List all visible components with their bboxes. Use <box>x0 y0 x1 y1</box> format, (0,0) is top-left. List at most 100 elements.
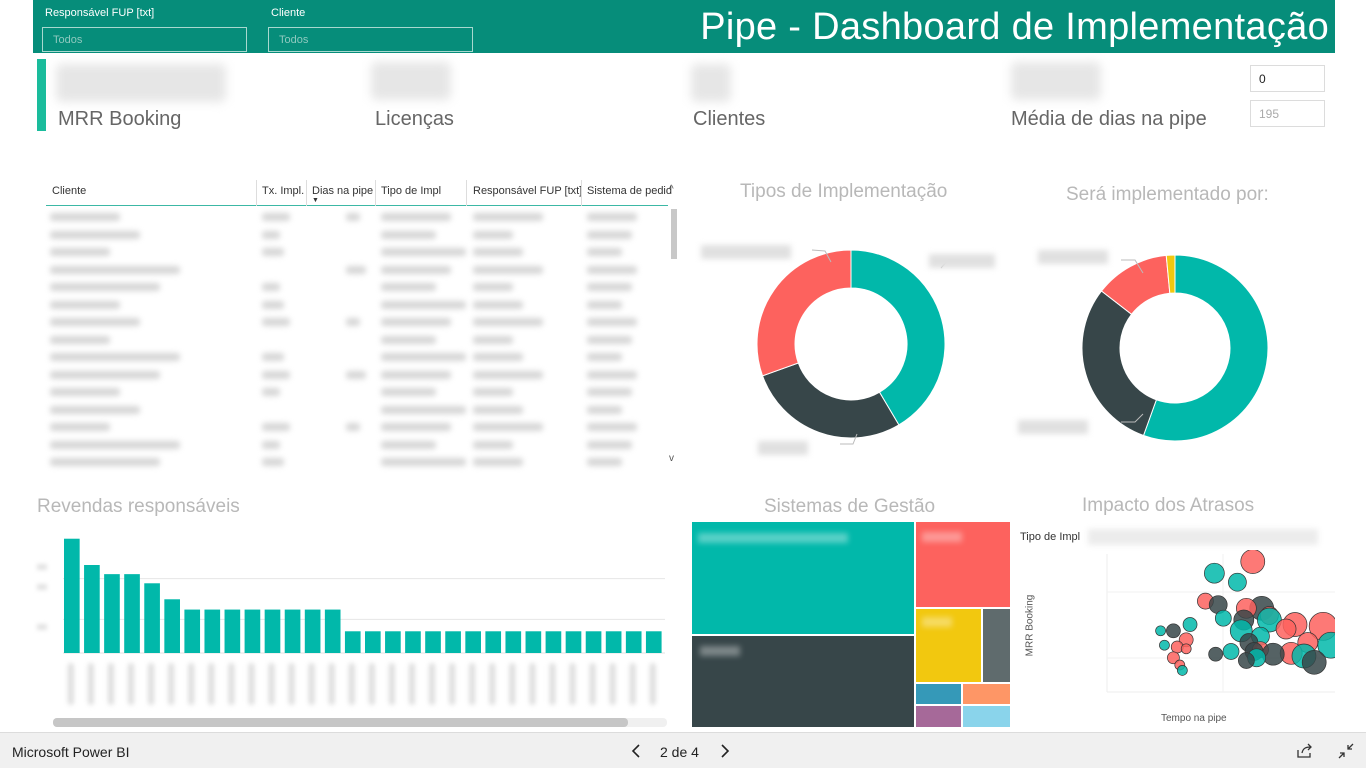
exit-fullscreen-icon[interactable] <box>1335 740 1357 762</box>
donut-slice[interactable] <box>1081 290 1158 437</box>
table-row[interactable] <box>46 296 668 314</box>
column-header-responsavel[interactable]: Responsável FUP [txt] <box>473 185 582 197</box>
scatter-point[interactable] <box>1214 609 1232 627</box>
table-row[interactable] <box>46 331 668 349</box>
scatter-point[interactable] <box>1222 643 1240 660</box>
bar[interactable] <box>264 609 281 653</box>
table-row[interactable] <box>46 226 668 244</box>
bar-label[interactable] <box>609 663 616 705</box>
scrollbar-thumb[interactable] <box>53 718 628 727</box>
column-header-dias-na-pipe[interactable]: Dias na pipe <box>312 185 373 197</box>
bar-label[interactable] <box>107 663 114 705</box>
treemap-cell[interactable] <box>963 684 1010 704</box>
bar[interactable] <box>184 609 201 653</box>
bar-label[interactable] <box>168 663 175 705</box>
y-tick-label[interactable] <box>37 564 47 570</box>
table-row[interactable] <box>46 383 668 401</box>
bar-label[interactable] <box>268 663 275 705</box>
bar[interactable] <box>104 574 120 653</box>
bar-label[interactable] <box>569 663 576 705</box>
scatter-point[interactable] <box>1182 617 1198 632</box>
scatter-point[interactable] <box>1275 618 1297 640</box>
bar[interactable] <box>324 609 341 653</box>
table-row[interactable] <box>46 313 668 331</box>
bar-label[interactable] <box>308 663 315 705</box>
next-page-icon[interactable] <box>714 740 736 762</box>
column-header-tipo-impl[interactable]: Tipo de Impl <box>381 185 441 197</box>
bar-label[interactable] <box>408 663 415 705</box>
scrollbar-thumb[interactable] <box>671 209 677 259</box>
y-tick-label[interactable] <box>37 624 47 630</box>
scatter-point[interactable] <box>1159 639 1170 651</box>
bar-label[interactable] <box>67 663 74 705</box>
scatter-point[interactable] <box>1261 642 1285 666</box>
bar-label[interactable] <box>128 663 135 705</box>
bar[interactable] <box>164 599 180 653</box>
treemap-cell[interactable] <box>916 706 961 727</box>
y-tick-label[interactable] <box>37 584 47 590</box>
scroll-up-icon[interactable]: ^ <box>669 184 674 195</box>
revendas-bar-chart[interactable] <box>33 520 673 720</box>
table-row[interactable] <box>46 436 668 454</box>
scatter-point[interactable] <box>1166 623 1181 639</box>
table-row[interactable] <box>46 401 668 419</box>
slicer-cliente-input[interactable]: Todos <box>268 27 473 52</box>
table-row[interactable] <box>46 278 668 296</box>
table-row[interactable] <box>46 243 668 261</box>
bar-chart-horizontal-scrollbar[interactable] <box>53 718 667 727</box>
bar-label[interactable] <box>549 663 556 705</box>
table-row[interactable] <box>46 453 668 471</box>
bar[interactable] <box>605 631 622 653</box>
scatter-point[interactable] <box>1238 652 1255 669</box>
treemap-cell[interactable] <box>983 609 1010 682</box>
table-row[interactable] <box>46 261 668 279</box>
bar[interactable] <box>344 631 361 653</box>
bar-label[interactable] <box>288 663 295 705</box>
treemap-cell[interactable] <box>963 706 1010 727</box>
bar[interactable] <box>505 631 522 653</box>
column-header-tx-impl[interactable]: Tx. Impl. <box>262 185 304 197</box>
bar-label[interactable] <box>649 663 656 705</box>
tipos-impl-donut-chart[interactable] <box>753 248 973 448</box>
previous-page-icon[interactable] <box>625 740 647 762</box>
scatter-point[interactable] <box>1240 550 1266 574</box>
bar-label[interactable] <box>489 663 496 705</box>
bar-label[interactable] <box>208 663 215 705</box>
bar-label[interactable] <box>348 663 355 705</box>
sistemas-treemap[interactable] <box>692 522 1010 727</box>
bar-label[interactable] <box>388 663 395 705</box>
slicer-responsavel-input[interactable]: Todos <box>42 27 247 52</box>
donut-slice[interactable] <box>756 249 852 377</box>
bar-label[interactable] <box>328 663 335 705</box>
bar[interactable] <box>304 609 321 653</box>
impacto-scatter-chart[interactable] <box>1063 550 1335 710</box>
bar[interactable] <box>144 583 160 653</box>
bar-label[interactable] <box>368 663 375 705</box>
scatter-point[interactable] <box>1204 562 1225 584</box>
bar-label[interactable] <box>228 663 235 705</box>
bar-label[interactable] <box>509 663 516 705</box>
bar-label[interactable] <box>248 663 255 705</box>
bar[interactable] <box>124 574 140 653</box>
scatter-point[interactable] <box>1228 572 1247 592</box>
bar[interactable] <box>525 631 542 653</box>
table-row[interactable] <box>46 208 668 226</box>
bar-label[interactable] <box>629 663 636 705</box>
column-header-sistema[interactable]: Sistema de pedid <box>587 185 672 197</box>
donut-slice[interactable] <box>761 362 900 439</box>
bar[interactable] <box>645 631 662 653</box>
bar[interactable] <box>485 631 502 653</box>
bar[interactable] <box>425 631 441 653</box>
bar[interactable] <box>465 631 481 653</box>
scatter-point[interactable] <box>1180 643 1192 655</box>
bar[interactable] <box>365 631 381 653</box>
bar[interactable] <box>385 631 401 653</box>
scatter-point[interactable] <box>1301 649 1327 675</box>
bar-label[interactable] <box>87 663 94 705</box>
bar[interactable] <box>224 609 241 653</box>
bar[interactable] <box>284 609 301 653</box>
column-header-cliente[interactable]: Cliente <box>52 185 86 197</box>
bar-label[interactable] <box>469 663 476 705</box>
treemap-cell[interactable] <box>916 684 961 704</box>
bar-label[interactable] <box>429 663 436 705</box>
